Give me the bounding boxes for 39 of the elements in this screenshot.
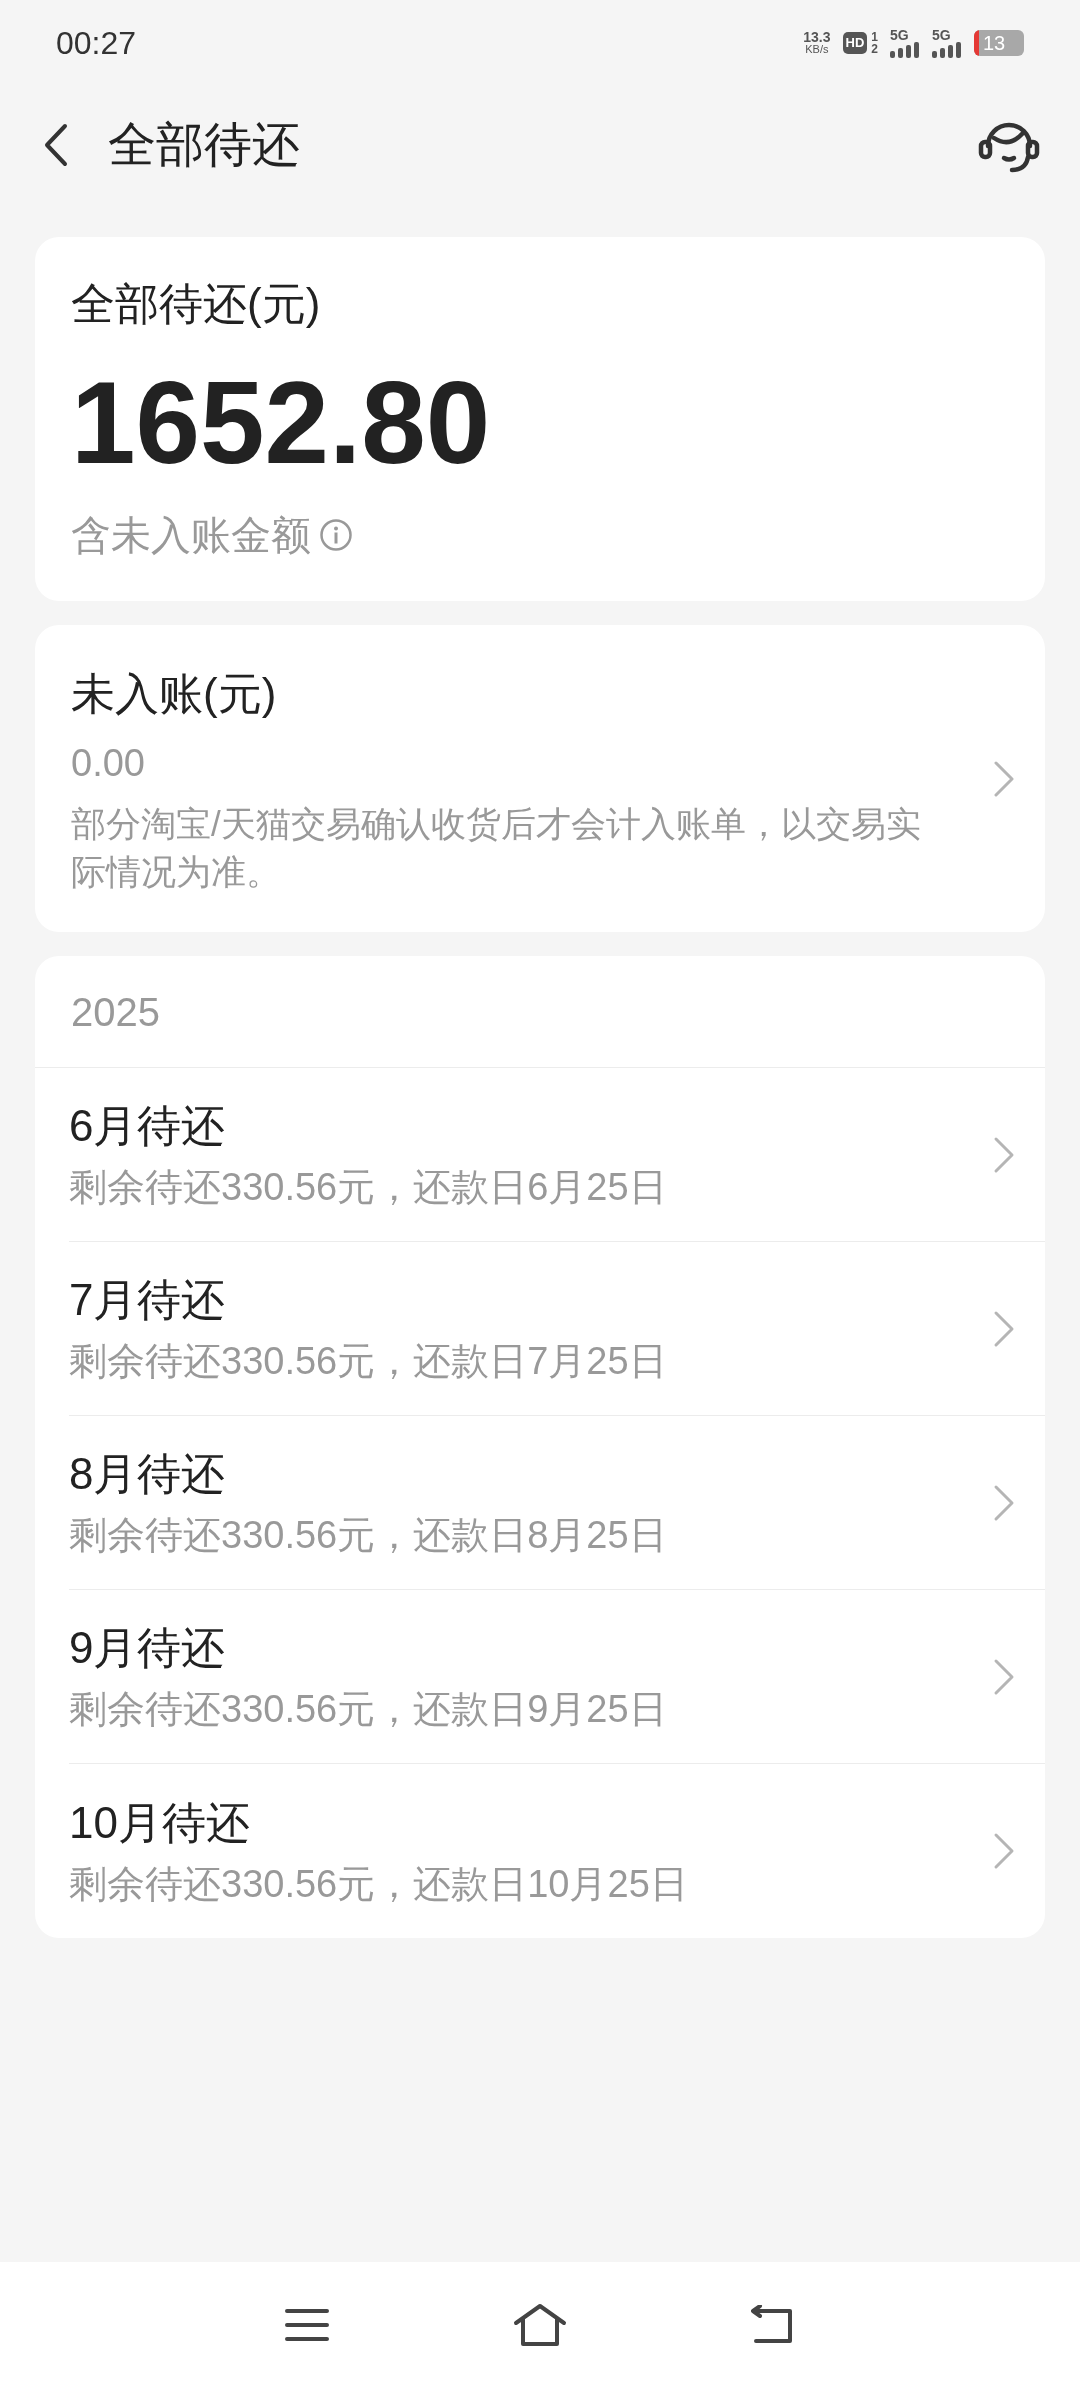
total-label: 全部待还(元): [71, 278, 321, 330]
unbilled-description: 部分淘宝/天猫交易确认收货后才会计入账单，以交易实际情况为准。: [71, 803, 922, 893]
sim-number: 2: [871, 42, 878, 55]
chevron-right-icon: [993, 1831, 1015, 1871]
network-speed-unit: KB/s: [805, 44, 829, 55]
year-label: 2025: [71, 988, 160, 1036]
month-detail: 剩余待还330.56元，还款日10月25日: [69, 1861, 688, 1907]
month-row[interactable]: 6月待还 剩余待还330.56元，还款日6月25日: [69, 1068, 1045, 1242]
page-title: 全部待还: [108, 117, 301, 173]
month-title: 6月待还: [69, 1100, 226, 1152]
month-title: 9月待还: [69, 1622, 226, 1674]
status-time: 00:27: [56, 23, 137, 63]
network-speed: 13.3: [803, 30, 831, 44]
network-type: 5G: [932, 27, 951, 42]
month-title: 7月待还: [69, 1274, 226, 1326]
pending-note: 含未入账金额: [71, 512, 311, 559]
home-icon[interactable]: [513, 2303, 567, 2347]
menu-icon[interactable]: [283, 2307, 330, 2343]
battery-indicator: 13: [974, 29, 1024, 56]
month-title: 10月待还: [69, 1796, 250, 1849]
unbilled-card[interactable]: 未入账(元) 0.00 部分淘宝/天猫交易确认收货后才会计入账单，以交易实际情况为准。: [35, 625, 1045, 932]
month-row[interactable]: 8月待还 剩余待还330.56元，还款日8月25日: [69, 1416, 1045, 1590]
hd-badge: HD: [842, 31, 868, 54]
signal-icon: [932, 41, 962, 58]
signal-icon: [890, 41, 920, 58]
month-title: 8月待还: [69, 1448, 226, 1500]
unbilled-amount: 0.00: [71, 741, 145, 786]
month-row[interactable]: 9月待还 剩余待还330.56元，还款日9月25日: [69, 1590, 1045, 1764]
info-icon[interactable]: [319, 518, 353, 552]
month-detail: 剩余待还330.56元，还款日7月25日: [69, 1339, 667, 1384]
network-type: 5G: [890, 27, 909, 42]
month-detail: 剩余待还330.56元，还款日8月25日: [69, 1513, 667, 1558]
month-detail: 剩余待还330.56元，还款日6月25日: [69, 1165, 667, 1210]
month-detail: 剩余待还330.56元，还款日9月25日: [69, 1687, 667, 1732]
sim-number: 1: [871, 30, 878, 43]
total-amount: 1652.80: [71, 357, 491, 490]
month-row[interactable]: 10月待还 剩余待还330.56元，还款日10月25日: [69, 1764, 1045, 1938]
month-row[interactable]: 7月待还 剩余待还330.56元，还款日7月25日: [69, 1242, 1045, 1416]
unbilled-label: 未入账(元): [71, 668, 277, 720]
